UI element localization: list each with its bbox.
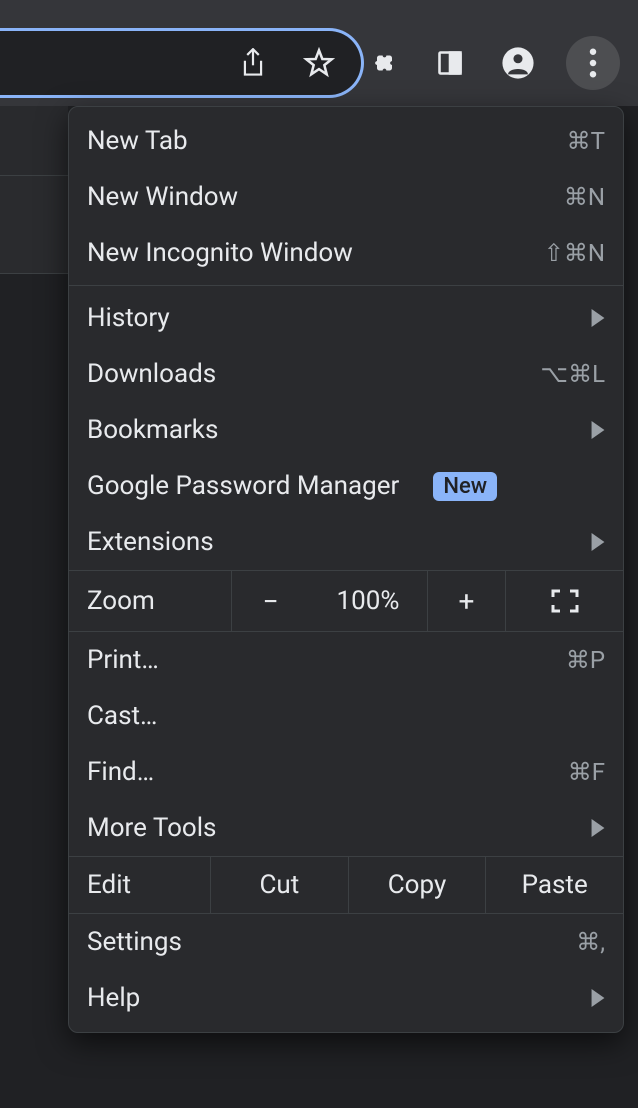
menu-downloads[interactable]: Downloads ⌥⌘L xyxy=(69,346,623,402)
chevron-right-icon xyxy=(591,989,605,1007)
omnibox[interactable] xyxy=(0,28,364,98)
menu-label: History xyxy=(87,303,170,333)
zoom-in-button[interactable]: + xyxy=(427,570,505,632)
chrome-menu: New Tab ⌘T New Window ⌘N New Incognito W… xyxy=(68,106,624,1033)
more-vertical-icon[interactable] xyxy=(566,36,620,90)
copy-button[interactable]: Copy xyxy=(348,857,486,913)
menu-label: Find… xyxy=(87,757,154,787)
menu-label: Downloads xyxy=(87,359,216,389)
menu-label: New Window xyxy=(87,182,238,212)
menu-bookmarks[interactable]: Bookmarks xyxy=(69,402,623,458)
menu-print[interactable]: Print… ⌘P xyxy=(69,632,623,688)
zoom-value: 100% xyxy=(309,570,427,632)
edit-label: Edit xyxy=(69,857,210,913)
profile-icon[interactable] xyxy=(498,43,538,83)
menu-label: Settings xyxy=(87,927,182,957)
menu-divider xyxy=(69,285,623,286)
zoom-out-button[interactable]: − xyxy=(231,570,309,632)
fullscreen-button[interactable] xyxy=(505,570,623,632)
paste-button[interactable]: Paste xyxy=(485,857,623,913)
menu-new-tab[interactable]: New Tab ⌘T xyxy=(69,113,623,169)
new-badge: New xyxy=(433,472,497,501)
menu-label: New Incognito Window xyxy=(87,238,353,268)
menu-label-wrap: Google Password Manager New xyxy=(87,471,497,501)
menu-history[interactable]: History xyxy=(69,290,623,346)
menu-label: Cast… xyxy=(87,701,157,731)
menu-settings[interactable]: Settings ⌘, xyxy=(69,914,623,970)
menu-label: Print… xyxy=(87,645,159,675)
panel-icon[interactable] xyxy=(430,43,470,83)
menu-label: New Tab xyxy=(87,126,188,156)
menu-label: More Tools xyxy=(87,813,216,843)
menu-label: Google Password Manager xyxy=(87,471,399,501)
menu-label: Help xyxy=(87,983,140,1013)
menu-shortcut: ⌘T xyxy=(567,127,605,155)
zoom-label: Zoom xyxy=(69,570,231,632)
menu-find[interactable]: Find… ⌘F xyxy=(69,744,623,800)
menu-shortcut: ⌘P xyxy=(566,646,605,674)
chevron-right-icon xyxy=(591,819,605,837)
star-icon[interactable] xyxy=(299,43,339,83)
menu-shortcut: ⌘, xyxy=(576,928,605,956)
puzzle-icon[interactable] xyxy=(362,43,402,83)
menu-new-incognito[interactable]: New Incognito Window ⇧⌘N xyxy=(69,225,623,281)
page-content-strip-2 xyxy=(0,176,68,274)
menu-label: Extensions xyxy=(87,527,214,557)
chevron-right-icon xyxy=(591,533,605,551)
chevron-right-icon xyxy=(591,309,605,327)
menu-zoom-row: Zoom − 100% + xyxy=(69,570,623,632)
menu-password-manager[interactable]: Google Password Manager New xyxy=(69,458,623,514)
menu-shortcut: ⌘N xyxy=(564,183,605,211)
chevron-right-icon xyxy=(591,421,605,439)
browser-toolbar xyxy=(0,0,638,106)
page-content-strip-1 xyxy=(0,106,68,176)
cut-button[interactable]: Cut xyxy=(210,857,348,913)
page-content-strip-3 xyxy=(0,274,68,1108)
menu-more-tools[interactable]: More Tools xyxy=(69,800,623,856)
menu-extensions[interactable]: Extensions xyxy=(69,514,623,570)
menu-shortcut: ⌥⌘L xyxy=(540,360,605,388)
menu-help[interactable]: Help xyxy=(69,970,623,1026)
menu-shortcut: ⌘F xyxy=(568,758,605,786)
menu-label: Bookmarks xyxy=(87,415,218,445)
menu-shortcut: ⇧⌘N xyxy=(544,239,605,267)
menu-new-window[interactable]: New Window ⌘N xyxy=(69,169,623,225)
menu-edit-row: Edit Cut Copy Paste xyxy=(69,856,623,914)
toolbar-actions xyxy=(362,28,620,98)
share-icon[interactable] xyxy=(233,43,273,83)
menu-cast[interactable]: Cast… xyxy=(69,688,623,744)
